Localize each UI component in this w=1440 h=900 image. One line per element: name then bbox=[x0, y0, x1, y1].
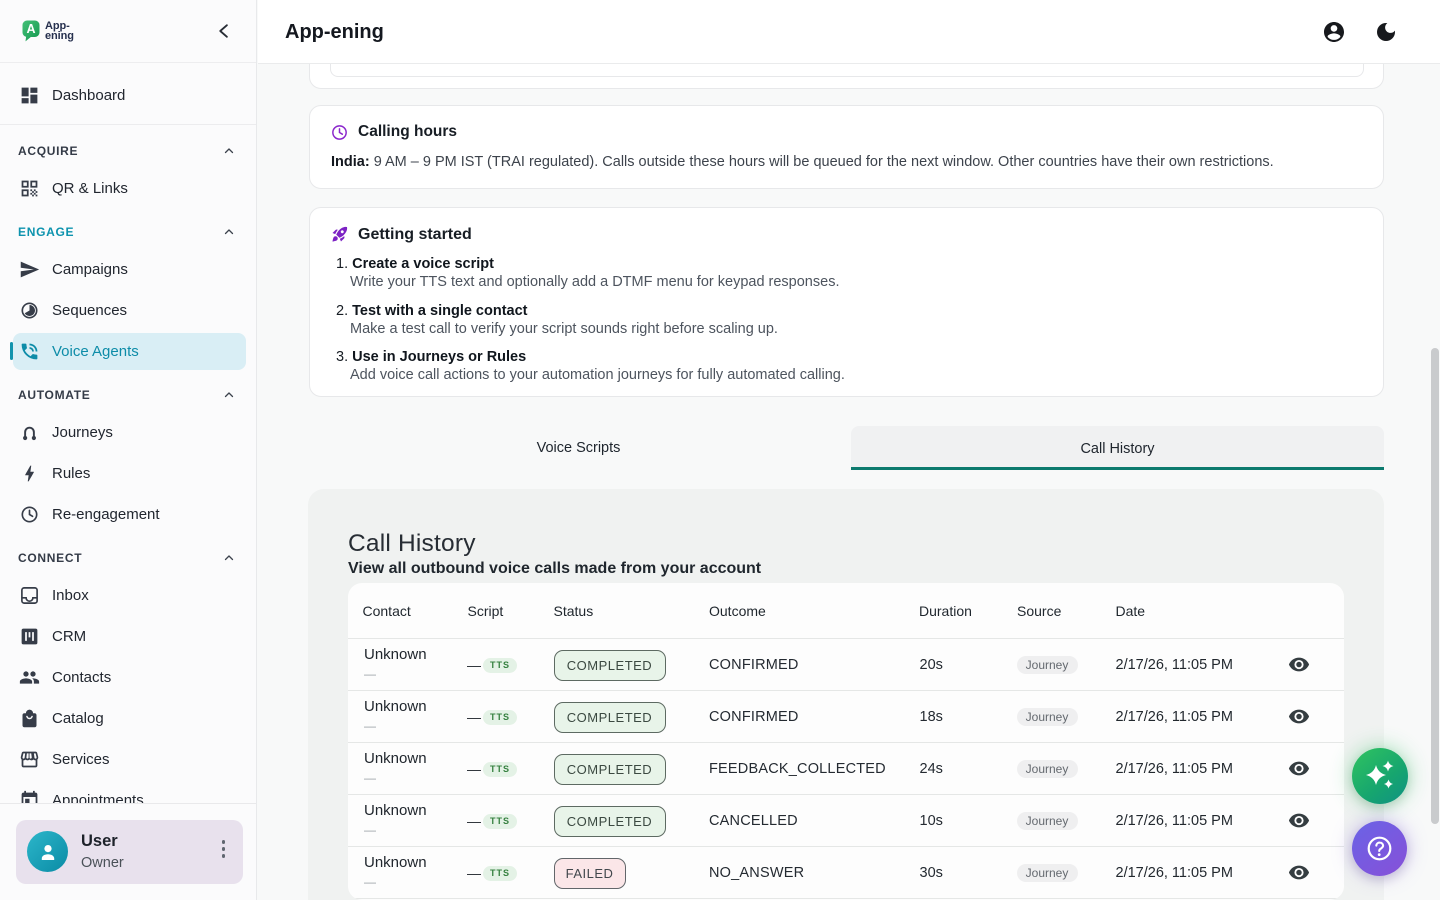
svg-text:A: A bbox=[26, 22, 35, 36]
